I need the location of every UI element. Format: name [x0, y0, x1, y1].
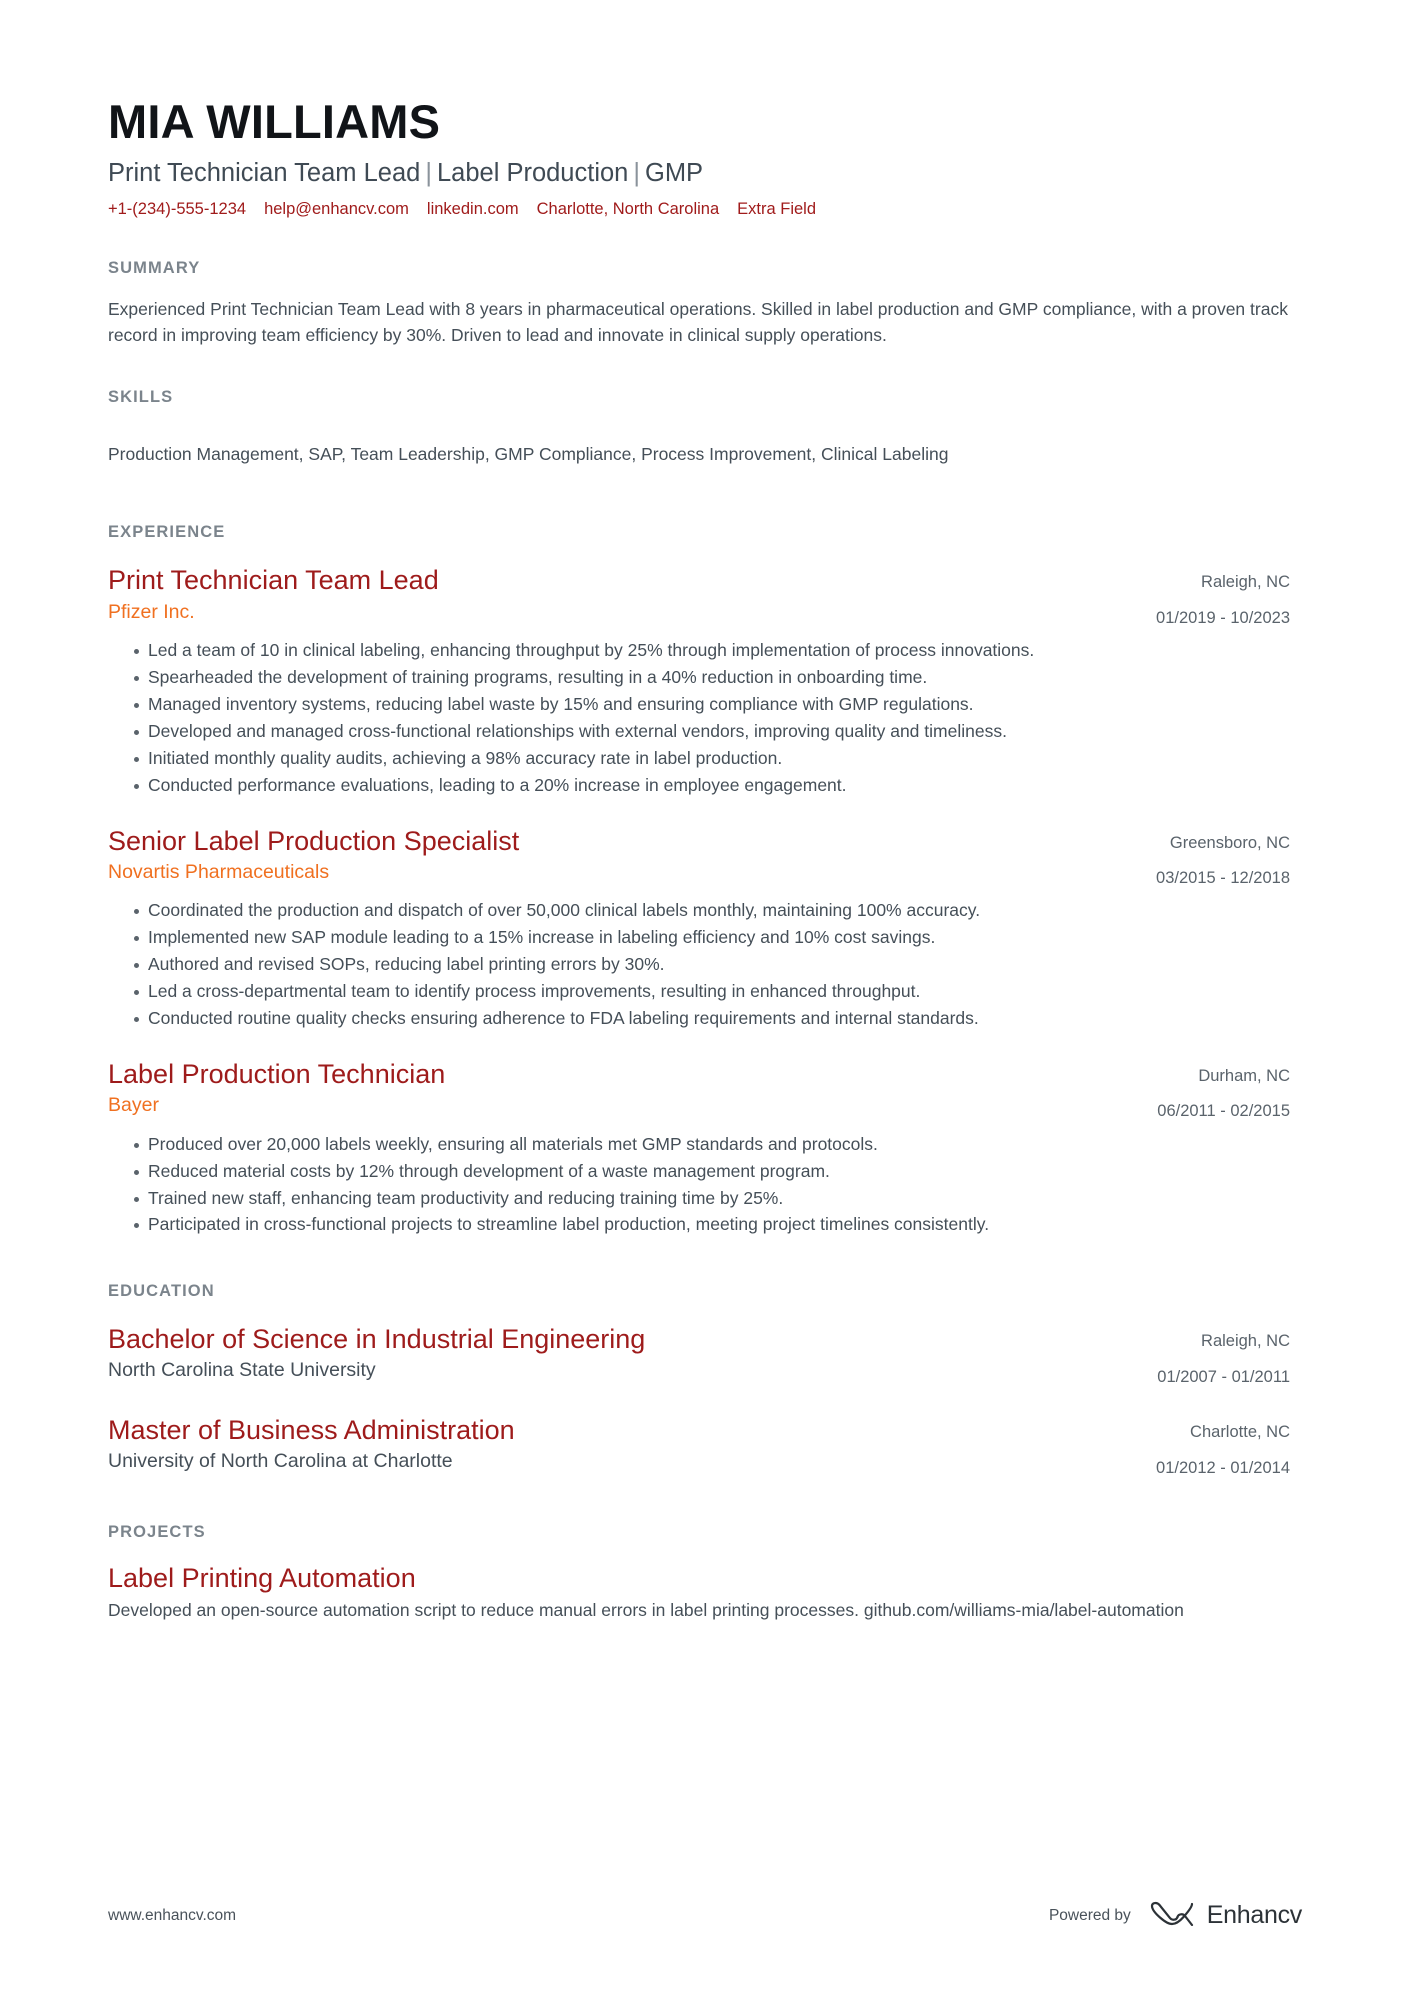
section-title-summary: SUMMARY — [108, 258, 201, 277]
footer-website-url[interactable]: www.enhancv.com — [108, 1907, 236, 1925]
education-location: Charlotte, NC — [1190, 1423, 1290, 1442]
education-dates: 01/2012 - 01/2014 — [1156, 1458, 1290, 1477]
section-summary: SUMMARY Experienced Print Technician Tea… — [108, 259, 1290, 349]
skills-list: Production Management, SAP, Team Leaders… — [108, 444, 949, 465]
section-experience: EXPERIENCE Print Technician Team Lead Pf… — [108, 523, 1290, 1238]
experience-job-title: Senior Label Production Specialist — [108, 825, 520, 856]
project-description: Developed an open-source automation scri… — [108, 1600, 1184, 1621]
bullet-item: Produced over 20,000 labels weekly, ensu… — [134, 1132, 1290, 1158]
page-footer: www.enhancv.com Powered by Enhancv — [108, 1900, 1302, 1931]
experience-location: Greensboro, NC — [1169, 833, 1290, 852]
experience-company: Pfizer Inc. — [108, 600, 195, 623]
bullet-item: Initiated monthly quality audits, achiev… — [134, 746, 1290, 772]
experience-entry: Label Production Technician Bayer Durham… — [108, 1058, 1290, 1238]
bullet-item: Implemented new SAP module leading to a … — [134, 925, 1290, 951]
bullet-item: Spearheaded the development of training … — [134, 665, 1290, 691]
section-education: EDUCATION Bachelor of Science in Industr… — [108, 1282, 1290, 1479]
education-school: North Carolina State University — [108, 1358, 376, 1381]
contact-email[interactable]: help@enhancv.com — [264, 200, 409, 219]
contact-bar: +1-(234)-555-1234 help@enhancv.com linkedi… — [108, 200, 1290, 219]
page-left-margin — [0, 0, 10, 1995]
section-title-education: EDUCATION — [108, 1282, 215, 1301]
education-degree: Master of Business Administration — [108, 1415, 515, 1446]
contact-extra-field: Extra Field — [737, 199, 816, 218]
headline-separator-2: | — [633, 158, 640, 187]
bullet-item: Developed and managed cross-functional r… — [134, 719, 1290, 745]
section-title-skills: SKILLS — [108, 388, 174, 407]
bullet-item: Led a cross-departmental team to identif… — [134, 979, 1290, 1005]
project-name: Label Printing Automation — [108, 1563, 416, 1594]
experience-dates: 03/2015 - 12/2018 — [1156, 868, 1290, 887]
education-entry: Bachelor of Science in Industrial Engine… — [108, 1323, 1290, 1388]
contact-linkedin[interactable]: linkedin.com — [427, 200, 519, 219]
experience-bullets: Produced over 20,000 labels weekly, ensu… — [108, 1132, 1290, 1239]
resume-page: MIA WILLIAMS Print Technician Team Lead |… — [0, 0, 1410, 1995]
experience-company: Bayer — [108, 1094, 159, 1117]
bullet-item: Authored and revised SOPs, reducing labe… — [134, 952, 1290, 978]
headline-part-2: Label Production — [436, 158, 629, 187]
enhancv-brand: Enhancv — [1149, 1900, 1302, 1931]
headline-part-1: Print Technician Team Lead — [108, 158, 421, 187]
experience-location: Raleigh, NC — [1201, 573, 1290, 592]
headline-part-3: GMP — [644, 158, 704, 187]
education-school: University of North Carolina at Charlott… — [108, 1449, 453, 1472]
contact-phone[interactable]: +1-(234)-555-1234 — [108, 200, 246, 219]
experience-entry: Senior Label Production Specialist Novar… — [108, 825, 1290, 1032]
candidate-name: MIA WILLIAMS — [108, 95, 441, 148]
resume-content: MIA WILLIAMS Print Technician Team Lead |… — [108, 0, 1290, 1624]
experience-entry: Print Technician Team Lead Pfizer Inc. R… — [108, 564, 1290, 798]
headline-separator-1: | — [425, 158, 432, 187]
footer-branding: Powered by Enhancv — [1049, 1900, 1302, 1931]
experience-company: Novartis Pharmaceuticals — [108, 860, 330, 883]
enhancv-logo-icon — [1149, 1900, 1195, 1931]
enhancv-brand-name: Enhancv — [1206, 1901, 1303, 1929]
bullet-item: Coordinated the production and dispatch … — [134, 898, 1290, 924]
section-skills: SKILLS Production Management, SAP, Team … — [108, 388, 1290, 467]
experience-job-title: Print Technician Team Lead — [108, 565, 439, 596]
experience-bullets: Led a team of 10 in clinical labeling, e… — [108, 638, 1290, 798]
summary-text: Experienced Print Technician Team Lead w… — [108, 298, 1288, 345]
candidate-headline: Print Technician Team Lead | Label Product… — [108, 158, 1290, 190]
bullet-item: Conducted performance evaluations, leadi… — [134, 773, 1290, 799]
section-projects: PROJECTS Label Printing Automation Devel… — [108, 1523, 1290, 1624]
bullet-item: Conducted routine quality checks ensurin… — [134, 1006, 1290, 1032]
bullet-item: Participated in cross-functional project… — [134, 1212, 1290, 1238]
bullet-item: Trained new staff, enhancing team produc… — [134, 1186, 1290, 1212]
bullet-item: Led a team of 10 in clinical labeling, e… — [134, 638, 1290, 664]
bullet-item: Reduced material costs by 12% through de… — [134, 1159, 1290, 1185]
section-title-experience: EXPERIENCE — [108, 523, 226, 542]
experience-dates: 06/2011 - 02/2015 — [1157, 1102, 1290, 1121]
contact-location: Charlotte, North Carolina — [536, 199, 720, 218]
education-location: Raleigh, NC — [1201, 1332, 1290, 1351]
resume-header: MIA WILLIAMS Print Technician Team Lead |… — [108, 96, 1290, 219]
experience-job-title: Label Production Technician — [108, 1058, 446, 1089]
education-degree: Bachelor of Science in Industrial Engine… — [108, 1324, 646, 1355]
project-entry: Label Printing Automation Developed an o… — [108, 1562, 1290, 1624]
section-title-projects: PROJECTS — [108, 1523, 206, 1542]
powered-by-label: Powered by — [1048, 1906, 1131, 1924]
experience-location: Durham, NC — [1198, 1066, 1290, 1085]
education-entry: Master of Business Administration Univer… — [108, 1414, 1290, 1479]
bullet-item: Managed inventory systems, reducing labe… — [134, 692, 1290, 718]
experience-dates: 01/2019 - 10/2023 — [1156, 608, 1290, 627]
experience-bullets: Coordinated the production and dispatch … — [108, 898, 1290, 1031]
education-dates: 01/2007 - 01/2011 — [1157, 1367, 1290, 1386]
